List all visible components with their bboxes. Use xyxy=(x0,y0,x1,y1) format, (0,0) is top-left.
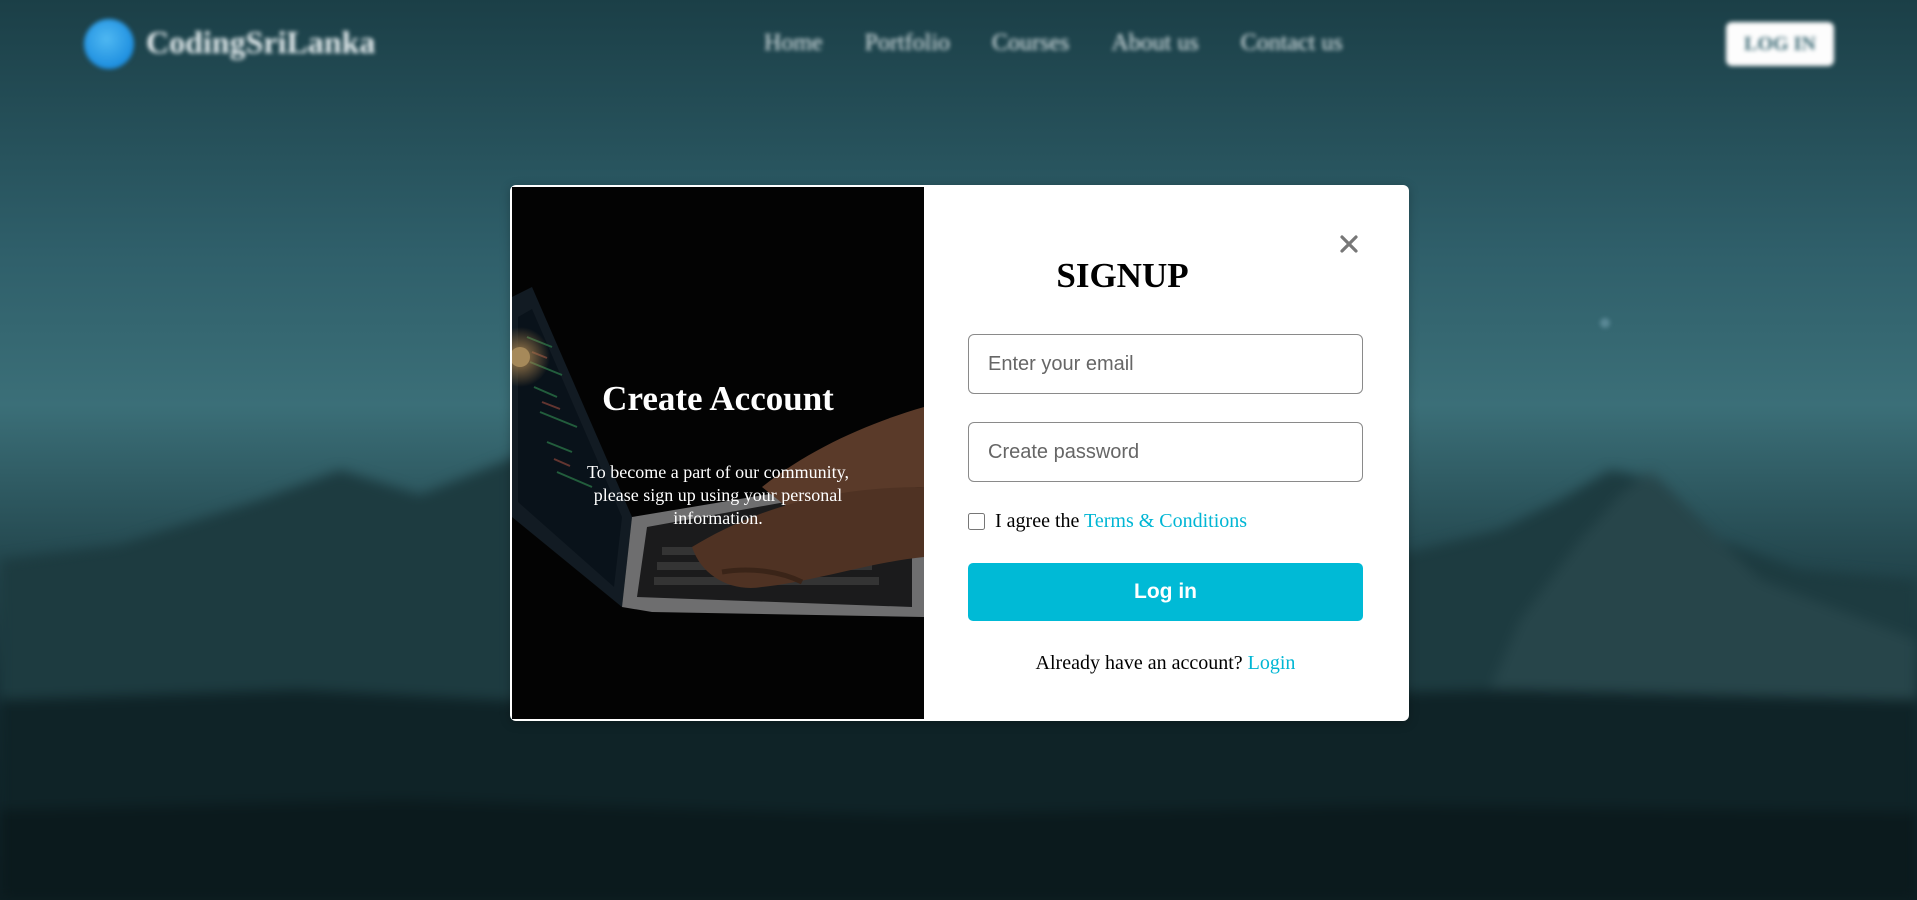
signup-title: SIGNUP xyxy=(1056,256,1189,295)
main-nav: Home Portfolio Courses About us Contact … xyxy=(764,30,1343,57)
brand-name[interactable]: CodingSriLanka xyxy=(146,24,375,61)
nav-contact-us[interactable]: Contact us xyxy=(1241,30,1343,57)
star-light xyxy=(1600,318,1610,328)
nav-portfolio[interactable]: Portfolio xyxy=(865,30,950,57)
email-field[interactable] xyxy=(968,334,1363,394)
create-account-description: To become a part of our community, pleas… xyxy=(587,462,849,528)
login-submit-button[interactable]: Log in xyxy=(968,563,1363,621)
terms-checkbox[interactable] xyxy=(968,513,985,530)
image-overlay xyxy=(512,187,924,719)
password-field[interactable] xyxy=(968,422,1363,482)
logo-icon[interactable] xyxy=(84,19,134,69)
terms-agreement: I agree the Terms & Conditions xyxy=(968,510,1247,533)
terms-link[interactable]: Terms & Conditions xyxy=(1084,510,1247,532)
modal-image-panel: Create Account To become a part of our c… xyxy=(512,187,924,719)
nav-home[interactable]: Home xyxy=(764,30,823,57)
close-icon[interactable] xyxy=(1335,230,1363,258)
agree-text: I agree the xyxy=(995,510,1080,532)
create-account-heading: Create Account xyxy=(602,379,834,418)
signup-form-panel: SIGNUP I agree the Terms & Conditions Lo… xyxy=(925,185,1409,721)
header-login-button[interactable]: LOG IN xyxy=(1726,22,1834,66)
terms-label: I agree the Terms & Conditions xyxy=(995,510,1247,533)
signup-modal: Create Account To become a part of our c… xyxy=(510,185,1409,721)
switch-text: Already have an account? xyxy=(1035,652,1243,674)
login-switch: Already have an account? Login xyxy=(925,652,1406,675)
nav-about-us[interactable]: About us xyxy=(1111,30,1198,57)
login-link[interactable]: Login xyxy=(1248,652,1296,674)
nav-courses[interactable]: Courses xyxy=(992,30,1069,57)
site-header: CodingSriLanka Home Portfolio Courses Ab… xyxy=(0,0,1917,90)
